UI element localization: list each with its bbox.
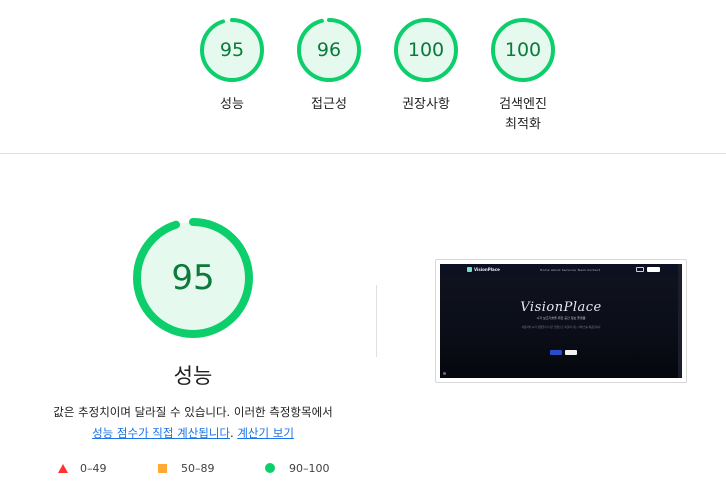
seo-label-line1: 검색엔진	[499, 97, 547, 112]
screenshot-hero-title: VisionPlace	[520, 300, 602, 315]
circle-icon	[265, 463, 275, 473]
seo-score: 100	[504, 39, 542, 61]
seo-gauge: 100	[490, 17, 556, 83]
screenshot-cta-secondary	[565, 350, 577, 355]
section-divider	[0, 153, 726, 154]
legend-average: 50–89	[158, 459, 215, 477]
best-practices-score: 100	[407, 39, 445, 61]
best-practices-label: 권장사항	[402, 97, 450, 112]
screenshot-image: VisionPlace Home About Services Team Con…	[440, 264, 682, 378]
screenshot-scrollbar	[678, 264, 682, 378]
legend-fail-range: 0–49	[80, 461, 107, 475]
performance-title: 성능	[173, 364, 213, 388]
vertical-divider	[376, 285, 377, 357]
seo-label-line2: 최적화	[505, 117, 541, 132]
screenshot-logo: VisionPlace	[474, 267, 500, 272]
screenshot-hero-text: 사용자의 시각 경험을 더 나은 방향으로 이끌어 가는 서비스를 제공합니다	[521, 326, 601, 329]
category-performance[interactable]: 95 성능	[182, 17, 282, 115]
legend-pass-range: 90–100	[289, 461, 330, 475]
legend-average-range: 50–89	[181, 461, 215, 475]
performance-main-score: 95	[171, 258, 215, 298]
accessibility-score: 96	[316, 39, 342, 61]
category-seo[interactable]: 100 검색엔진 최적화	[473, 17, 573, 135]
best-practices-gauge: 100	[393, 17, 459, 83]
category-scores: 95 성능 96 접근성 100 권장사항 100 검색엔진 최적화	[0, 0, 726, 153]
screenshot-nav-button-primary	[647, 267, 660, 272]
screenshot-menu: Home About Services Team Contact	[540, 268, 601, 272]
performance-gauge: 95	[199, 17, 265, 83]
legend-fail: 0–49	[58, 459, 107, 477]
square-icon	[158, 463, 167, 473]
screenshot-corner-dot	[443, 372, 446, 375]
accessibility-label: 접근성	[311, 97, 347, 112]
description-text: 값은 추정치이며 달라질 수 있습니다. 이러한 측정항목에서	[53, 405, 333, 419]
performance-main-gauge: 95	[132, 217, 254, 339]
screenshot-cta-primary	[550, 350, 562, 355]
score-calculation-link[interactable]: 성능 점수가 직접 계산됩니다	[92, 426, 230, 440]
screenshot-navbar: VisionPlace Home About Services Team Con…	[440, 264, 682, 276]
triangle-icon	[58, 463, 68, 473]
accessibility-gauge: 96	[296, 17, 362, 83]
performance-score: 95	[219, 39, 245, 61]
calculator-link[interactable]: 계산기 보기	[237, 426, 294, 440]
score-legend: 0–49 50–89 90–100	[0, 459, 386, 477]
legend-pass: 90–100	[265, 459, 330, 477]
description-links: 성능 점수가 직접 계산됩니다. 계산기 보기	[0, 423, 386, 444]
performance-description: 값은 추정치이며 달라질 수 있습니다. 이러한 측정항목에서 성능 점수가 직…	[0, 402, 386, 444]
screenshot-nav-button	[636, 267, 644, 272]
category-accessibility[interactable]: 96 접근성	[279, 17, 379, 115]
screenshot-logo-icon	[467, 267, 472, 272]
category-best-practices[interactable]: 100 권장사항	[376, 17, 476, 115]
performance-label: 성능	[220, 97, 244, 112]
seo-label: 검색엔진 최적화	[499, 95, 547, 135]
screenshot-hero-subtitle: 시각 보조기술을 위한 공간 정보 플랫폼	[536, 316, 586, 320]
final-screenshot[interactable]: VisionPlace Home About Services Team Con…	[435, 259, 687, 383]
